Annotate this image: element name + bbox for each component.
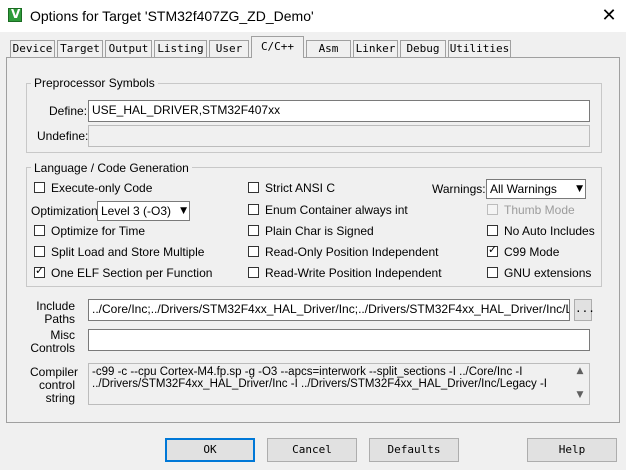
compiler-string-box[interactable]: -c99 -c --cpu Cortex-M4.fp.sp -g -O3 --a…: [88, 363, 590, 405]
tab-output[interactable]: Output: [105, 40, 152, 57]
strict-ansi-label: Strict ANSI C: [265, 181, 336, 195]
ro-position-checkbox[interactable]: [248, 246, 259, 257]
include-paths-label-line2: Paths: [44, 312, 75, 326]
c99-mode-label: C99 Mode: [504, 245, 560, 259]
ro-position-label: Read-Only Position Independent: [265, 245, 439, 259]
tab-utilities[interactable]: Utilities: [448, 40, 511, 57]
optimize-time-label: Optimize for Time: [51, 224, 146, 238]
ok-button[interactable]: OK: [165, 438, 255, 462]
optimization-label: Optimization:: [31, 204, 102, 218]
strict-ansi-checkbox[interactable]: [248, 182, 259, 193]
rw-position-checkbox[interactable]: [248, 267, 259, 278]
plain-char-label: Plain Char is Signed: [265, 224, 374, 238]
gnu-extensions-checkbox[interactable]: [487, 267, 498, 278]
compiler-string-label-line3: string: [45, 391, 75, 405]
misc-controls-input[interactable]: [88, 329, 590, 351]
warnings-label: Warnings:: [432, 182, 486, 196]
chevron-down-icon: ▼: [180, 206, 187, 216]
undefine-input[interactable]: [88, 125, 590, 147]
enum-container-label: Enum Container always int: [265, 203, 408, 217]
app-icon: [8, 7, 22, 22]
thumb-mode-label: Thumb Mode: [504, 203, 575, 217]
plain-char-checkbox[interactable]: [248, 225, 259, 236]
optimization-value: Level 3 (-O3): [101, 204, 172, 218]
enum-container-checkbox[interactable]: [248, 204, 259, 215]
tab-target[interactable]: Target: [57, 40, 103, 57]
help-button[interactable]: Help: [527, 438, 617, 462]
tab-cc[interactable]: C/C++: [251, 36, 304, 58]
execute-only-checkbox[interactable]: [34, 182, 45, 193]
tab-debug[interactable]: Debug: [400, 40, 446, 57]
rw-position-label: Read-Write Position Independent: [265, 266, 442, 280]
optimize-time-checkbox[interactable]: [34, 225, 45, 236]
include-paths-input[interactable]: ../Core/Inc;../Drivers/STM32F4xx_HAL_Dri…: [88, 299, 570, 321]
split-load-checkbox[interactable]: [34, 246, 45, 257]
thumb-mode-checkbox[interactable]: [487, 204, 498, 215]
tab-linker[interactable]: Linker: [353, 40, 398, 57]
tab-listing[interactable]: Listing: [154, 40, 207, 57]
split-load-label: Split Load and Store Multiple: [51, 245, 205, 259]
language-group-label: Language / Code Generation: [31, 161, 192, 175]
gnu-extensions-label: GNU extensions: [504, 266, 592, 280]
tab-device[interactable]: Device: [10, 40, 55, 57]
include-paths-label: Include Paths: [30, 300, 75, 326]
close-icon[interactable]: ✕: [596, 4, 622, 28]
misc-controls-label-line2: Controls: [30, 341, 75, 355]
one-elf-label: One ELF Section per Function: [51, 266, 213, 280]
one-elf-checkbox[interactable]: [34, 264, 45, 278]
undefine-label: Undefine:: [37, 129, 89, 143]
include-paths-browse-button[interactable]: ...: [574, 299, 595, 321]
c99-mode-checkbox[interactable]: [487, 243, 498, 257]
compiler-string-line2: ../Drivers/STM32F4xx_HAL_Driver/Inc -I .…: [92, 378, 548, 390]
compiler-string-label: Compiler control string: [30, 366, 78, 405]
window-title: Options for Target 'STM32f407ZG_ZD_Demo': [30, 8, 314, 24]
no-auto-includes-label: No Auto Includes: [504, 224, 595, 238]
execute-only-label: Execute-only Code: [51, 181, 153, 195]
warnings-select[interactable]: All Warnings ▼: [486, 179, 586, 199]
warnings-value: All Warnings: [490, 182, 557, 196]
misc-controls-label: Misc Controls: [30, 329, 75, 355]
scroll-down-icon[interactable]: ▼: [572, 390, 588, 400]
tab-user[interactable]: User: [209, 40, 249, 57]
no-auto-includes-checkbox[interactable]: [487, 225, 498, 236]
preprocessor-group-label: Preprocessor Symbols: [31, 76, 158, 90]
compiler-string-line1: -c99 -c --cpu Cortex-M4.fp.sp -g -O3 --a…: [92, 366, 523, 378]
define-label: Define:: [49, 104, 88, 118]
scroll-up-icon[interactable]: ▲: [572, 366, 588, 376]
chevron-down-icon: ▼: [576, 184, 583, 194]
cancel-button[interactable]: Cancel: [267, 438, 357, 462]
optimization-select[interactable]: Level 3 (-O3) ▼: [97, 201, 190, 221]
tab-asm[interactable]: Asm: [306, 40, 351, 57]
defaults-button[interactable]: Defaults: [369, 438, 459, 462]
define-input[interactable]: USE_HAL_DRIVER,STM32F407xx: [88, 100, 590, 122]
